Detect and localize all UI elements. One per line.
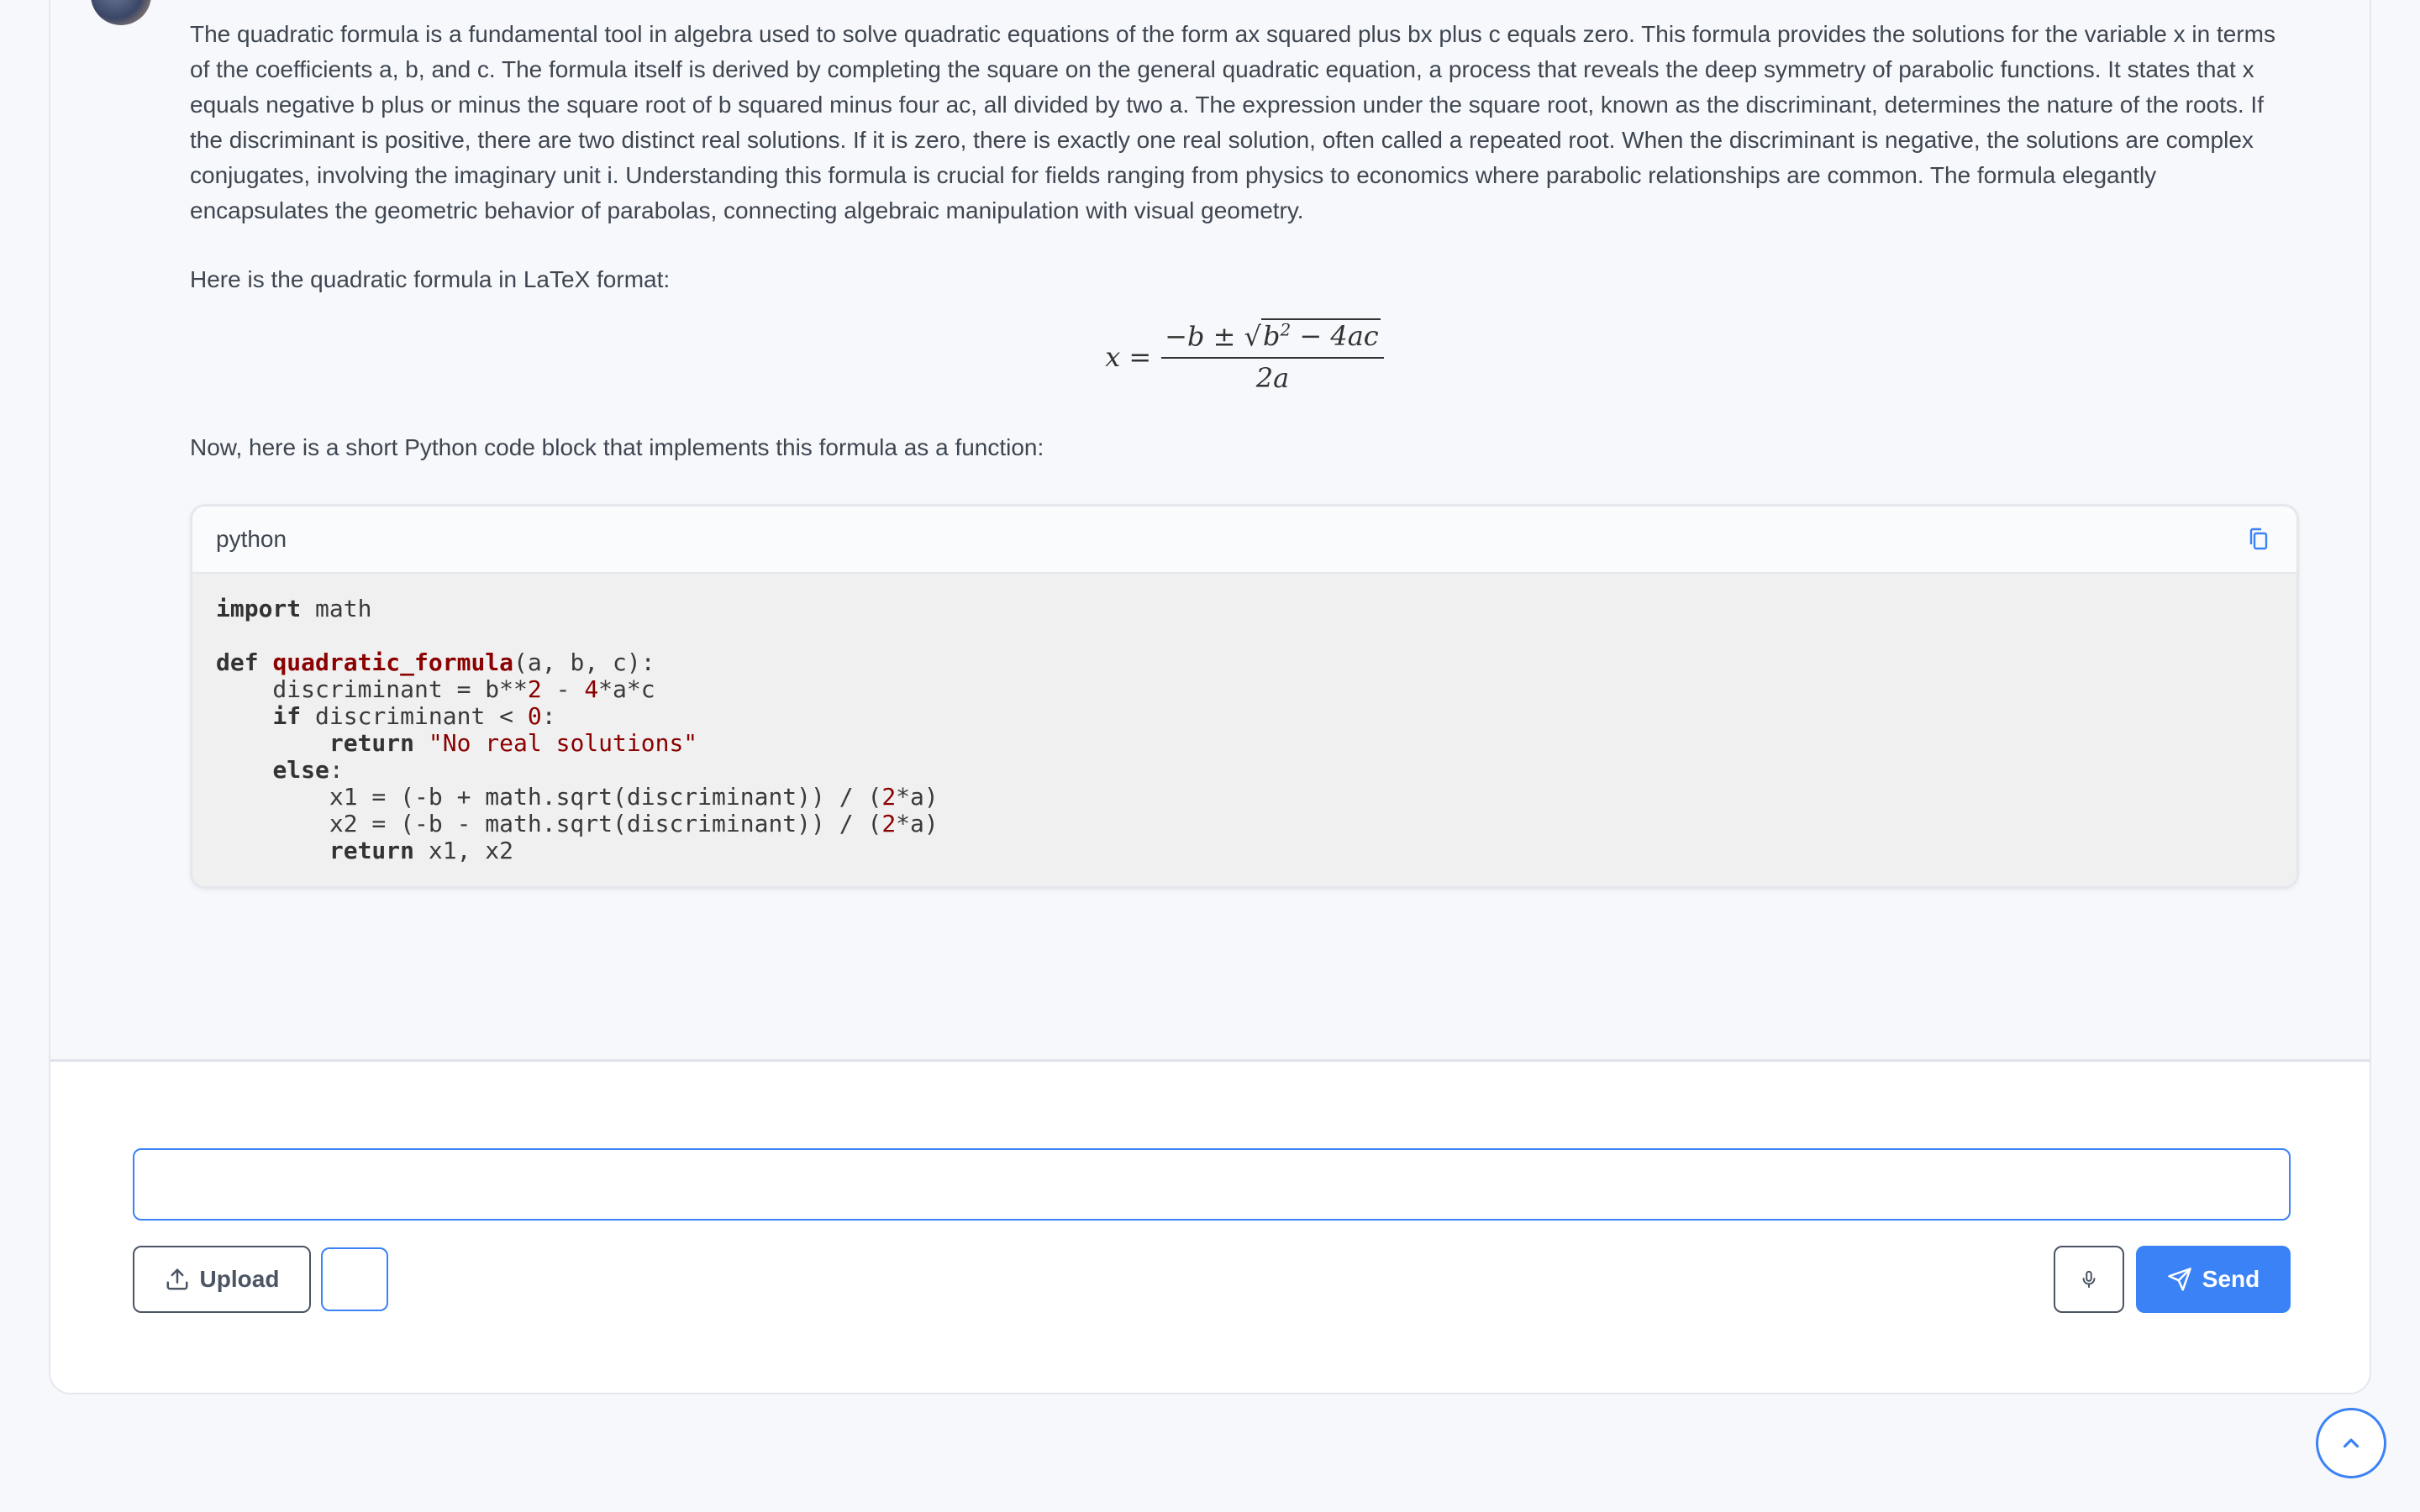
- formula-lhs: x: [1105, 341, 1121, 373]
- code-header: python: [192, 507, 2296, 574]
- code-line: import math: [216, 595, 372, 622]
- formula-denominator: 2a: [1255, 362, 1290, 395]
- formula-fraction: −b ± √b2 − 4ac 2a: [1161, 318, 1384, 395]
- code-line: discriminant = b**2 - 4*a*c: [216, 675, 655, 703]
- code-block: python import math def quadratic_formula…: [190, 504, 2299, 889]
- numerator-prefix: −b ± √: [1165, 320, 1261, 353]
- quadratic-formula: x = −b ± √b2 − 4ac 2a: [190, 318, 2299, 395]
- formula-equals: =: [1128, 341, 1152, 373]
- radicand-exponent: 2: [1280, 319, 1292, 340]
- latex-intro: Here is the quadratic formula in LaTeX f…: [190, 266, 671, 292]
- code-line: return "No real solutions": [329, 729, 698, 757]
- code-line: if discriminant < 0:: [272, 702, 556, 730]
- upload-icon: [166, 1268, 188, 1290]
- upload-label: Upload: [199, 1266, 280, 1292]
- avatar: [91, 0, 151, 25]
- message-area[interactable]: The quadratic formula is a fundamental t…: [50, 0, 2370, 1062]
- assistant-message: The quadratic formula is a fundamental t…: [190, 17, 2299, 889]
- code-line: x1 = (-b + math.sqrt(discriminant)) / (2…: [216, 783, 939, 811]
- code-language: python: [216, 526, 287, 552]
- code-line: x2 = (-b - math.sqrt(discriminant)) / (2…: [216, 810, 939, 837]
- send-icon: [2168, 1268, 2191, 1291]
- formula-radicand: b2 − 4ac: [1260, 318, 1381, 353]
- radicand-rest: − 4ac: [1291, 320, 1379, 353]
- attachment-toggle-button[interactable]: [321, 1247, 388, 1311]
- message-input[interactable]: [133, 1148, 2291, 1221]
- copy-icon[interactable]: [2243, 524, 2273, 554]
- intro-paragraph: The quadratic formula is a fundamental t…: [190, 21, 2275, 223]
- code-intro: Now, here is a short Python code block t…: [190, 434, 1044, 460]
- scroll-to-top-button[interactable]: [2316, 1408, 2386, 1478]
- chevron-up-icon: [2343, 1438, 2360, 1448]
- microphone-icon: [2082, 1270, 2096, 1289]
- composer: Upload Send: [50, 1064, 2370, 1393]
- code-line: else:: [272, 756, 344, 784]
- code-line: return x1, x2: [329, 837, 514, 864]
- upload-button[interactable]: Upload: [133, 1246, 311, 1313]
- chat-panel: The quadratic formula is a fundamental t…: [49, 0, 2371, 1394]
- send-label: Send: [2202, 1266, 2260, 1292]
- code-line: def quadratic_formula(a, b, c):: [216, 648, 655, 676]
- code-content[interactable]: import math def quadratic_formula(a, b, …: [192, 574, 2296, 886]
- formula-numerator: −b ± √b2 − 4ac: [1161, 318, 1384, 360]
- radicand-base: b: [1262, 320, 1281, 353]
- send-button[interactable]: Send: [2136, 1246, 2291, 1313]
- microphone-button[interactable]: [2054, 1246, 2124, 1313]
